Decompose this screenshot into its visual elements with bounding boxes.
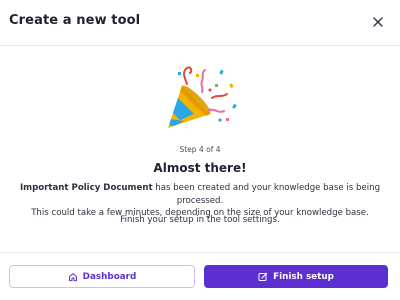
document-name: Important Policy Document bbox=[19, 183, 153, 193]
home-icon bbox=[68, 272, 78, 282]
finish-setup-button[interactable]: Finish setup bbox=[204, 265, 388, 288]
dialog-header: Create a new tool bbox=[0, 0, 400, 46]
party-popper-icon bbox=[160, 64, 242, 134]
close-icon bbox=[373, 17, 383, 27]
finish-setup-button-label: Finish setup bbox=[273, 271, 334, 282]
dashboard-button-label: Dashboard bbox=[82, 271, 137, 282]
create-tool-dialog: Create a new tool Step 4 of 4 Almost the… bbox=[0, 0, 400, 300]
dashboard-button[interactable]: Dashboard bbox=[9, 265, 195, 288]
status-message: Important Policy Document has been creat… bbox=[10, 182, 390, 220]
status-message-line1: has been created and your knowledge base… bbox=[152, 183, 381, 206]
heading: Almost there! bbox=[153, 161, 247, 175]
dialog-title: Create a new tool bbox=[9, 13, 141, 28]
finish-instructions: Finish your setup in the tool settings. bbox=[120, 215, 280, 225]
close-button[interactable] bbox=[370, 14, 386, 30]
dialog-footer: Dashboard Finish setup bbox=[0, 252, 400, 300]
step-indicator: Step 4 of 4 bbox=[179, 145, 221, 154]
edit-icon bbox=[258, 272, 268, 282]
